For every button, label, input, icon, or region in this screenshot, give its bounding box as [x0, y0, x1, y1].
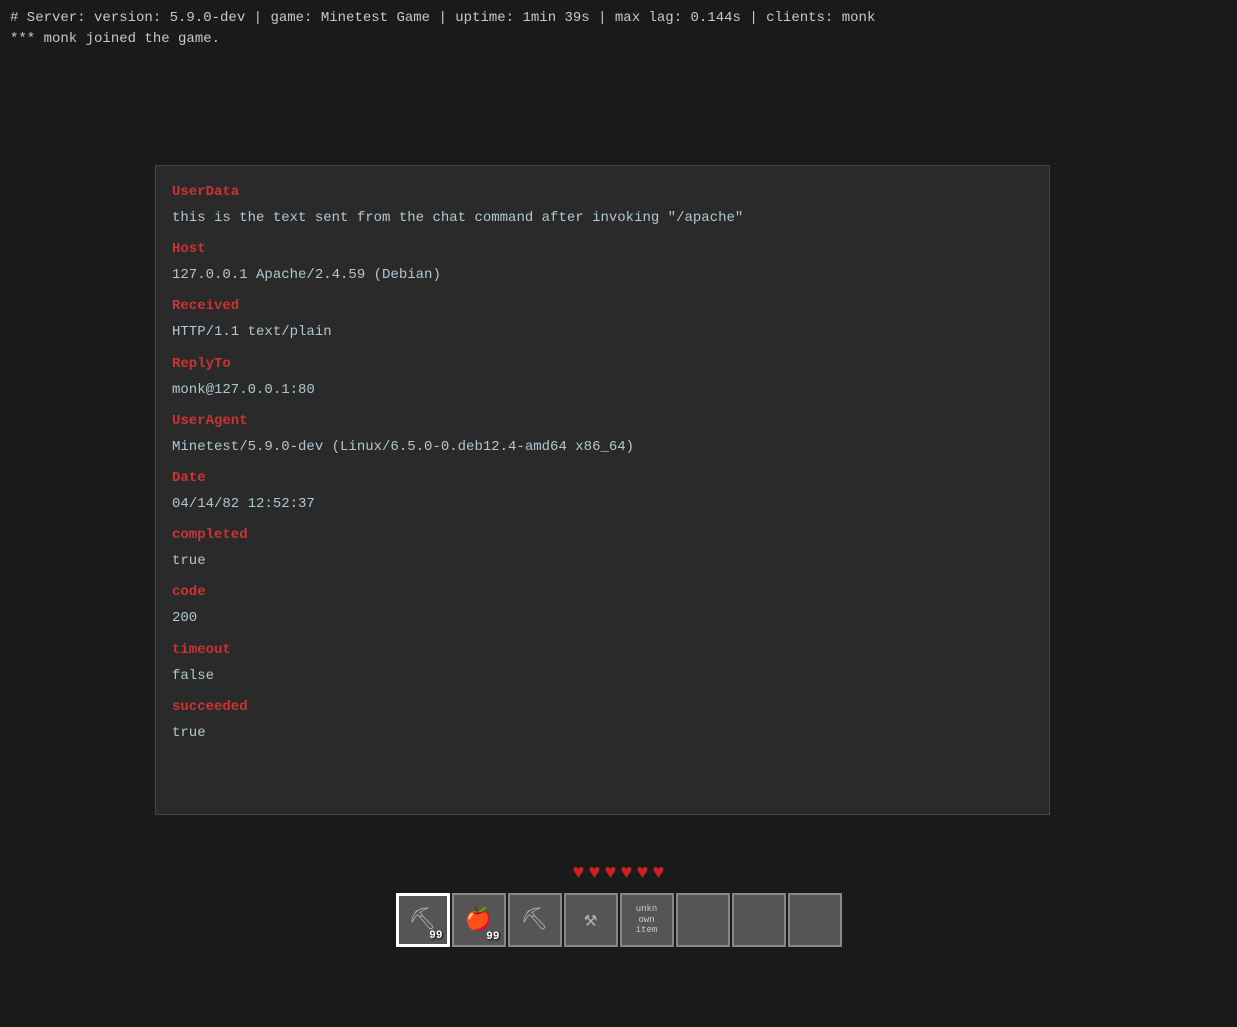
field-label-date: Date — [172, 464, 1033, 492]
hotbar-slot-6[interactable] — [732, 893, 786, 947]
field-label-code: code — [172, 578, 1033, 606]
hotbar-slot-2[interactable]: ⛏ — [508, 893, 562, 947]
heart-4: ♥ — [637, 862, 649, 885]
field-value-succeeded: true — [172, 721, 1033, 746]
field-label-received: Received — [172, 292, 1033, 320]
field-value-timeout: false — [172, 664, 1033, 689]
slot-count-1: 99 — [486, 931, 499, 943]
hotbar: ⛏99🍎99⛏⚒unknownitem — [396, 893, 842, 947]
hotbar-slot-1[interactable]: 🍎99 — [452, 893, 506, 947]
hotbar-slot-3[interactable]: ⚒ — [564, 893, 618, 947]
field-label-useragent: UserAgent — [172, 407, 1033, 435]
field-label-timeout: timeout — [172, 636, 1033, 664]
slot-count-0: 99 — [429, 930, 442, 942]
field-value-userdata: this is the text sent from the chat comm… — [172, 206, 1033, 231]
main-panel: UserDatathis is the text sent from the c… — [155, 165, 1050, 815]
heart-5: ♥ — [653, 862, 665, 885]
hud-area: ♥♥♥♥♥♥ ⛏99🍎99⛏⚒unknownitem — [0, 862, 1237, 947]
field-value-date: 04/14/82 12:52:37 — [172, 492, 1033, 517]
unknown-item-icon: unknownitem — [636, 904, 658, 936]
slot-icon-apple: 🍎 — [465, 907, 492, 933]
field-value-received: HTTP/1.1 text/plain — [172, 320, 1033, 345]
field-value-completed: true — [172, 549, 1033, 574]
heart-3: ♥ — [621, 862, 633, 885]
field-label-succeeded: succeeded — [172, 693, 1033, 721]
header-area: # Server: version: 5.9.0-dev | game: Min… — [0, 0, 1237, 54]
heart-1: ♥ — [588, 862, 600, 885]
hotbar-slot-5[interactable] — [676, 893, 730, 947]
hotbar-slot-4[interactable]: unknownitem — [620, 893, 674, 947]
field-label-host: Host — [172, 235, 1033, 263]
server-info: # Server: version: 5.9.0-dev | game: Min… — [10, 8, 1227, 29]
heart-0: ♥ — [572, 862, 584, 885]
field-label-userdata: UserData — [172, 178, 1033, 206]
slot-icon-shovel: ⚒ — [584, 907, 597, 933]
field-value-useragent: Minetest/5.9.0-dev (Linux/6.5.0-0.deb12.… — [172, 435, 1033, 460]
health-bar: ♥♥♥♥♥♥ — [572, 862, 664, 885]
field-value-code: 200 — [172, 606, 1033, 631]
hotbar-slot-7[interactable] — [788, 893, 842, 947]
field-value-host: 127.0.0.1 Apache/2.4.59 (Debian) — [172, 263, 1033, 288]
field-label-replyto: ReplyTo — [172, 350, 1033, 378]
join-message: *** monk joined the game. — [10, 29, 1227, 50]
hotbar-slot-0[interactable]: ⛏99 — [396, 893, 450, 947]
slot-icon-pickaxe2: ⛏ — [521, 907, 549, 933]
heart-2: ♥ — [604, 862, 616, 885]
field-label-completed: completed — [172, 521, 1033, 549]
field-value-replyto: monk@127.0.0.1:80 — [172, 378, 1033, 403]
